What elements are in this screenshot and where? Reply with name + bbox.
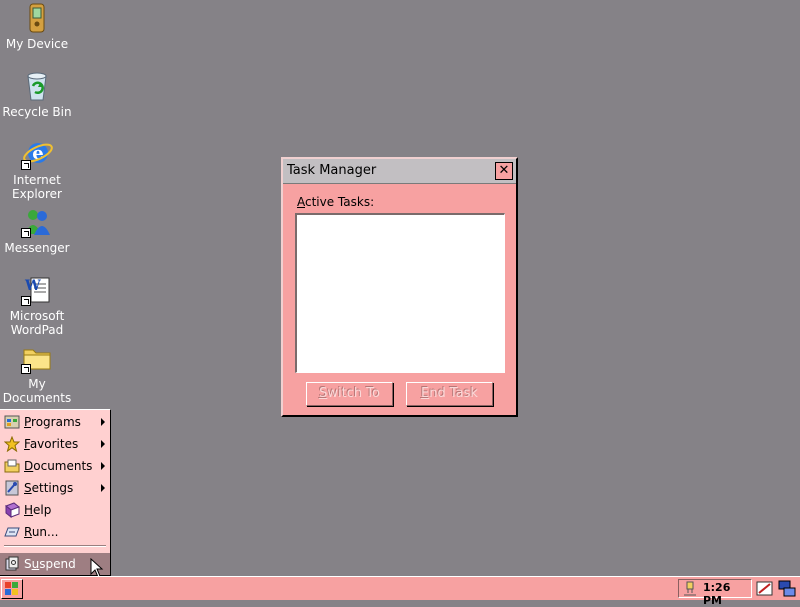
my-device-icon	[21, 2, 53, 34]
shortcut-arrow-icon	[21, 160, 31, 170]
windows-logo-icon	[5, 582, 18, 595]
shortcut-arrow-icon	[21, 364, 31, 374]
submenu-arrow-icon	[101, 462, 105, 470]
desktop-icon-label: Documents	[2, 391, 72, 405]
submenu-arrow-icon	[101, 418, 105, 426]
menu-item-label: Documents	[24, 459, 93, 473]
desktop-icon-my-documents[interactable]: My Documents	[0, 342, 74, 405]
end-task-button[interactable]: End Task	[406, 382, 493, 406]
window-title: Task Manager	[287, 163, 377, 178]
system-tray: 1:26 PM	[678, 579, 752, 607]
desktop-icon-label: WordPad	[10, 323, 64, 337]
active-tasks-label: Active Tasks:	[297, 195, 375, 209]
menu-item-label: Programs	[24, 415, 81, 429]
suspend-icon	[5, 556, 19, 571]
clock[interactable]: 1:26 PM	[703, 581, 751, 607]
wordpad-icon: W	[21, 274, 53, 306]
desktop-icon-internet-explorer[interactable]: e Internet Explorer	[0, 138, 74, 201]
menu-item-label: Suspend	[24, 557, 76, 571]
desktop-icon-label: My Device	[5, 37, 69, 51]
desktop-icon-recycle-bin[interactable]: Recycle Bin	[0, 70, 74, 119]
desktop-icon-label: Internet	[13, 173, 61, 187]
recycle-bin-icon	[21, 70, 53, 102]
menu-item-label: Run...	[24, 525, 59, 539]
desktop-toggle-icon[interactable]	[756, 580, 774, 598]
settings-icon	[5, 480, 19, 496]
shortcut-arrow-icon	[21, 296, 31, 306]
power-plug-icon[interactable]	[682, 581, 698, 597]
run-icon	[4, 527, 20, 537]
programs-icon	[4, 415, 20, 429]
switch-to-button[interactable]: Switch To	[306, 382, 393, 406]
desktop-icon-label: Explorer	[12, 187, 62, 201]
desktop-icon-label: Microsoft	[9, 309, 65, 323]
start-button[interactable]	[1, 579, 23, 599]
internet-explorer-icon: e	[21, 138, 53, 170]
svg-text:W: W	[24, 278, 41, 294]
menu-item-favorites[interactable]: Favorites	[0, 433, 110, 455]
desktop-icon-my-device[interactable]: My Device	[0, 2, 74, 51]
submenu-arrow-icon	[101, 484, 105, 492]
menu-item-settings[interactable]: Settings	[0, 477, 110, 499]
desktop-icon-label: Messenger	[4, 241, 70, 255]
menu-item-label: Settings	[24, 481, 74, 495]
close-button[interactable]: ✕	[495, 162, 513, 180]
desktop-icon-label: My	[28, 377, 46, 391]
active-tasks-list[interactable]	[295, 213, 505, 373]
taskbar: 1:26 PM	[0, 576, 800, 607]
menu-separator	[4, 545, 106, 547]
desktop-icon-wordpad[interactable]: W Microsoft WordPad	[0, 274, 74, 337]
task-manager-window: Task Manager ✕ Active Tasks: Switch To E…	[281, 157, 518, 417]
menu-item-programs[interactable]: Programs	[0, 411, 110, 433]
menu-item-help[interactable]: Help	[0, 499, 110, 521]
folder-icon	[21, 342, 53, 374]
window-switcher-icon[interactable]	[778, 580, 796, 598]
mouse-cursor-icon	[90, 558, 104, 578]
desktop-icon-messenger[interactable]: Messenger	[0, 206, 74, 255]
menu-item-documents[interactable]: Documents	[0, 455, 110, 477]
close-icon: ✕	[498, 163, 510, 178]
desktop-icon-label: Recycle Bin	[2, 105, 72, 119]
submenu-arrow-icon	[101, 440, 105, 448]
documents-icon	[4, 459, 20, 473]
menu-item-run[interactable]: Run...	[0, 521, 110, 543]
menu-item-label: Favorites	[24, 437, 79, 451]
window-titlebar[interactable]: Task Manager ✕	[283, 159, 516, 184]
start-menu: Programs Favorites Documents Settings He…	[0, 409, 111, 578]
messenger-icon	[21, 206, 53, 238]
favorites-star-icon	[4, 436, 20, 452]
shortcut-arrow-icon	[21, 228, 31, 238]
help-book-icon	[5, 502, 20, 518]
menu-item-label: Help	[24, 503, 52, 517]
